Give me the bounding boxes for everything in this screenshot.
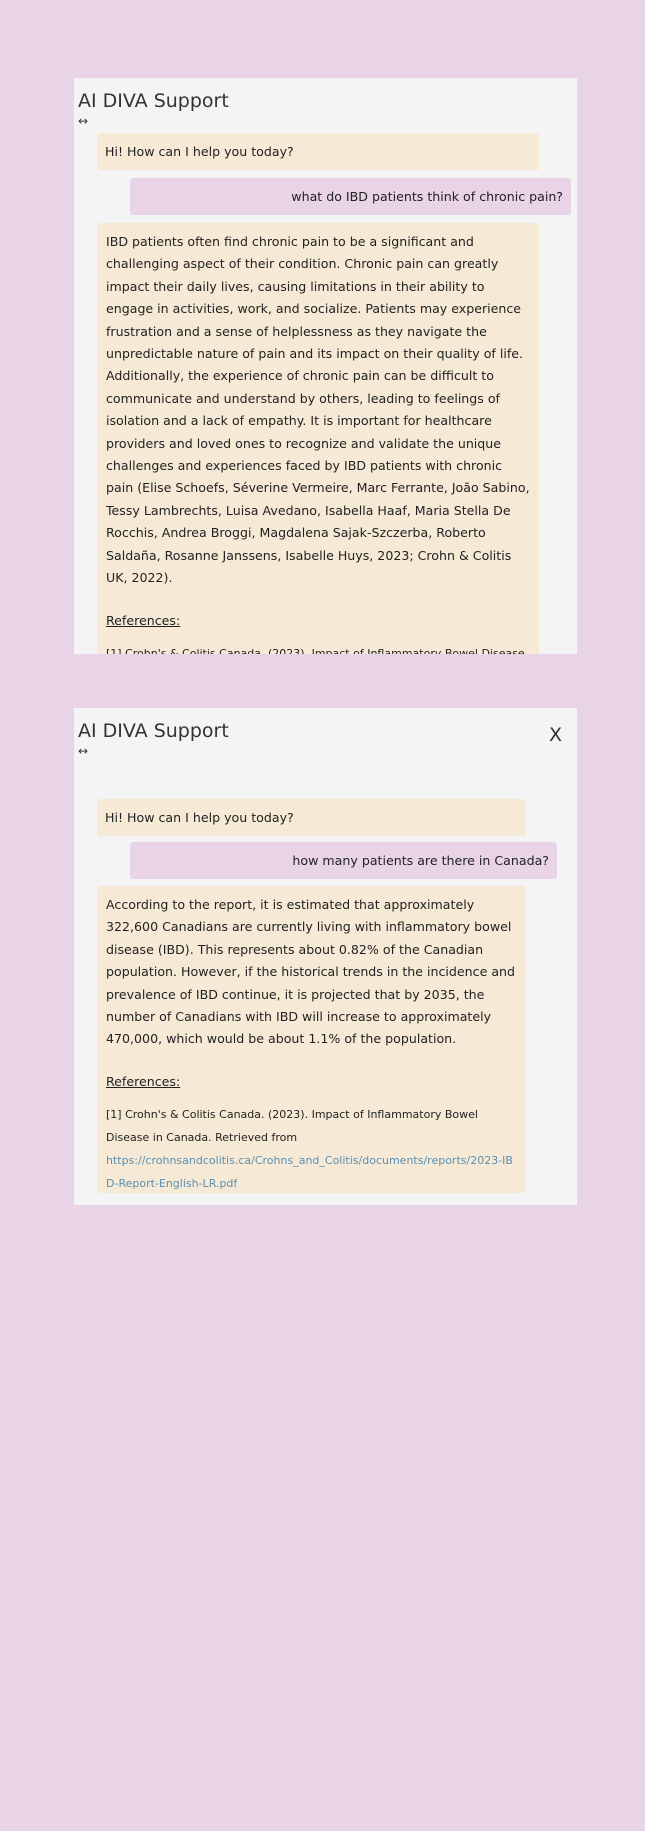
bot-greeting-message: Hi! How can I help you today? [97,799,526,836]
user-message: what do IBD patients think of chronic pa… [130,178,571,215]
bot-answer-message: IBD patients often find chronic pain to … [97,223,539,654]
user-message: how many patients are there in Canada? [130,842,557,879]
reference-item: [1] Crohn's & Colitis Canada. (2023). Im… [106,1108,478,1145]
chat-panel-2: AI DIVA Support ↔ X Hi! How can I help y… [74,708,577,1205]
panel-title: AI DIVA Support [78,720,229,742]
bot-answer-message: According to the report, it is estimated… [97,886,526,1193]
reference-item: [1] Crohn's & Colitis Canada. (2023). Im… [106,646,525,654]
resize-icon[interactable]: ↔ [78,115,88,127]
close-button[interactable]: X [549,724,562,746]
answer-text: According to the report, it is estimated… [106,897,516,1047]
reference-link[interactable]: https://crohnsandcolitis.ca/Crohns_and_C… [106,1149,517,1195]
references-heading: References: [106,612,181,628]
references-heading: References: [106,1073,181,1089]
panel-title: AI DIVA Support [78,90,229,112]
answer-text: IBD patients often find chronic pain to … [106,234,530,586]
chat-panel-1: AI DIVA Support ↔ Hi! How can I help you… [74,78,577,654]
bot-greeting-message: Hi! How can I help you today? [97,133,539,170]
resize-icon[interactable]: ↔ [78,745,88,757]
